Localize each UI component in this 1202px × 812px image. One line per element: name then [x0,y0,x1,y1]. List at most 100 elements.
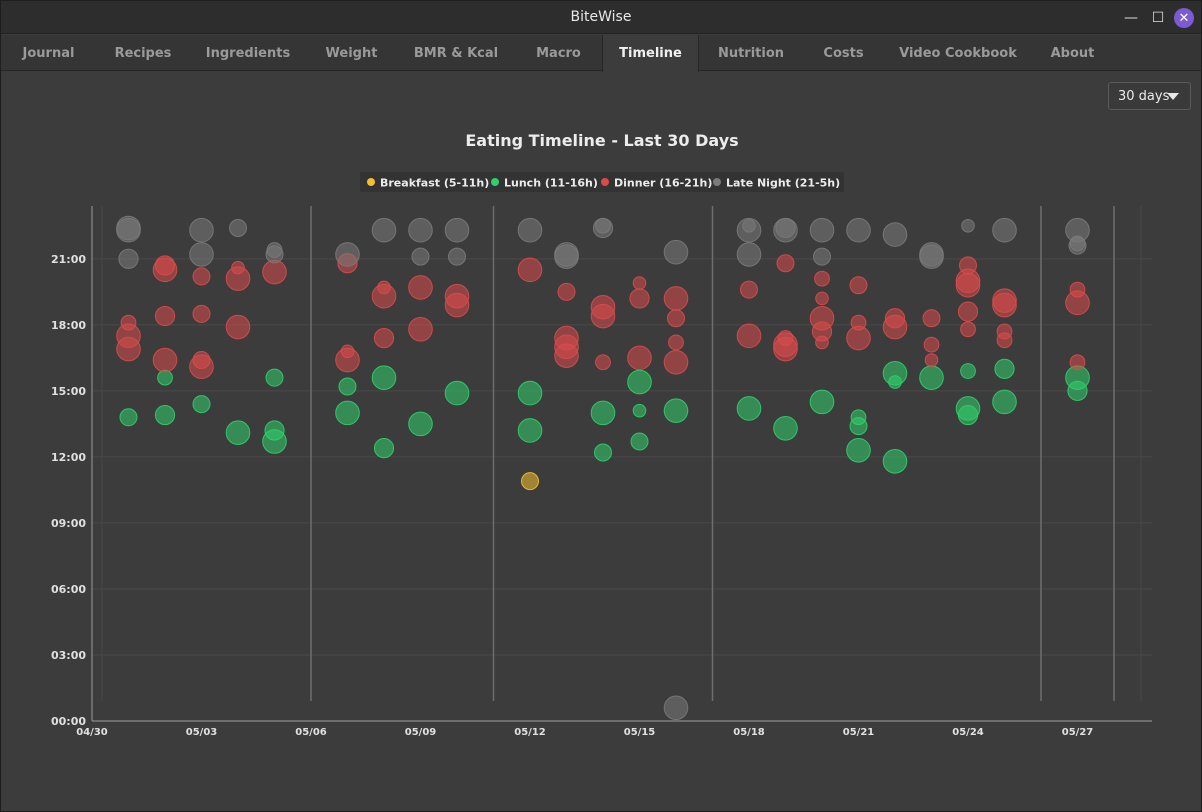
lunch-point [371,365,397,390]
y-tick-label: 03:00 [51,649,86,662]
lunch-point [590,400,616,426]
late-night-point [1065,217,1090,243]
late-night-point [595,217,611,234]
dinner-point [557,282,576,301]
late-night-point [736,242,762,267]
dinner-point [922,309,941,328]
chevron-down-icon [1167,93,1179,100]
dinner-point [373,327,395,349]
x-tick-label: 05/18 [733,727,765,738]
legend-marker [491,178,499,186]
lunch-point [919,365,944,390]
dinner-point [192,267,211,286]
dinner-point [663,286,689,311]
dinner-point [192,304,211,323]
dinner-point [120,314,137,331]
tab-journal[interactable]: Journal [1,35,96,71]
dinner-point [1069,281,1086,298]
x-tick-label: 05/24 [952,727,984,738]
late-night-point [118,248,139,269]
dinner-point [590,294,616,320]
late-night-point [813,247,831,266]
lunch-point [882,448,908,474]
dinner-point [262,259,287,285]
lunch-point [627,369,652,395]
y-tick-label: 15:00 [51,385,86,398]
y-tick-label: 21:00 [51,253,86,266]
late-night-point [663,695,689,721]
tab-costs[interactable]: Costs [803,35,884,71]
y-tick-label: 09:00 [51,517,86,530]
dinner-point [996,323,1013,340]
lunch-point [846,437,871,463]
dinner-point [152,347,178,373]
tab-video-cookbook[interactable]: Video Cookbook [884,35,1032,71]
dinner-point [740,280,758,299]
x-tick-label: 05/09 [405,727,437,738]
lunch-point [338,377,357,396]
dinner-point [959,256,977,275]
legend-label: Breakfast (5-11h) [380,177,489,190]
lunch-point [736,396,762,421]
minimize-icon[interactable]: — [1120,7,1142,29]
x-tick-label: 05/03 [186,727,218,738]
tab-bmr-kcal[interactable]: BMR & Kcal [397,35,515,71]
late-night-point [448,247,466,266]
tab-about[interactable]: About [1032,35,1113,71]
lunch-point [335,400,360,426]
range-select[interactable]: 30 days [1108,82,1191,110]
late-night-point [116,215,141,241]
late-night-point [411,247,430,266]
late-night-point [554,242,579,267]
dinner-point [408,275,433,300]
dinner-point [884,308,906,329]
x-tick-label: 05/12 [514,727,546,738]
lunch-point [955,396,981,421]
dinner-point [924,353,939,367]
late-night-point [444,217,470,243]
close-icon[interactable]: ✕ [1174,8,1194,28]
lunch-point [225,420,251,445]
late-night-point [371,217,397,243]
dinner-point [595,354,611,371]
maximize-icon[interactable]: ☐ [1147,7,1169,29]
title-bar: BiteWise — ☐ ✕ [1,1,1201,34]
tab-weight[interactable]: Weight [306,35,397,71]
dinner-point [627,345,652,371]
tab-nutrition[interactable]: Nutrition [699,35,803,71]
lunch-point [960,363,976,379]
x-tick-label: 05/15 [624,727,656,738]
lunch-point [850,409,867,426]
dinner-point [957,301,979,322]
late-night-point [742,219,756,233]
app-window: BiteWise — ☐ ✕ Journal Recipes Ingredien… [0,0,1202,812]
lunch-point [773,415,798,441]
dinner-point [850,314,867,331]
dinner-point [192,351,211,370]
lunch-point [992,389,1017,415]
lunch-point [154,404,176,426]
legend-label: Late Night (21-5h) [726,177,840,190]
lunch-point [630,432,649,451]
tab-ingredients[interactable]: Ingredients [190,35,306,71]
dinner-point [992,288,1017,313]
late-night-point [517,217,543,243]
x-tick-label: 05/21 [843,727,875,738]
dinner-point [554,325,579,351]
legend-marker [713,178,721,186]
window-title: BiteWise [570,9,632,25]
dinner-point [923,336,940,353]
dinner-point [960,321,976,338]
tab-timeline[interactable]: Timeline [602,35,699,72]
tab-recipes[interactable]: Recipes [96,35,190,71]
breakfast-point [521,472,539,491]
late-night-point [335,242,360,267]
dinner-point [814,270,830,287]
dinner-point [849,276,868,295]
lunch-point [264,420,285,441]
x-tick-label: 05/06 [295,727,327,738]
late-night-point [775,217,796,239]
tab-macro[interactable]: Macro [515,35,602,71]
dinner-point [1069,354,1086,371]
dinner-point [668,334,684,351]
